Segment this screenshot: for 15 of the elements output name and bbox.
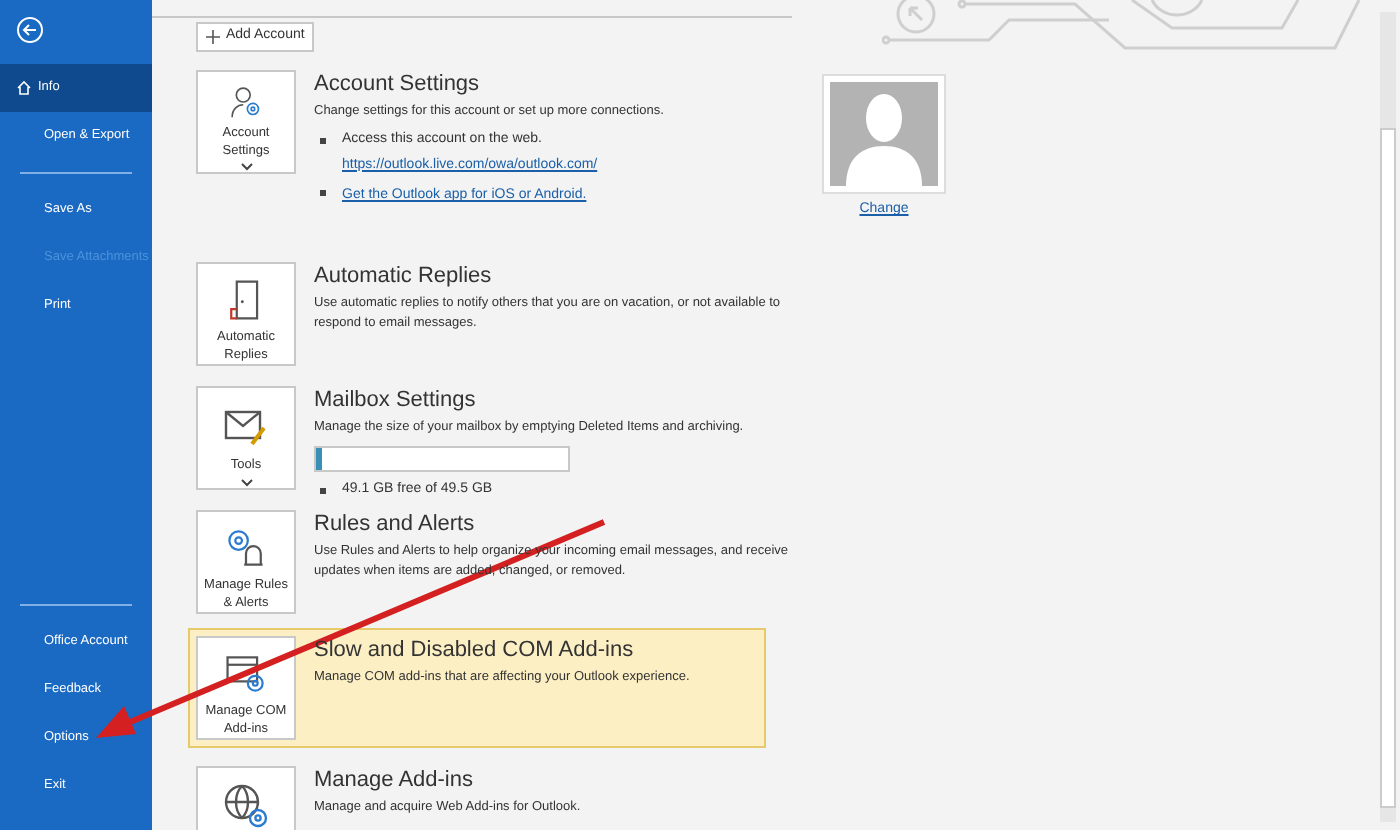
section-title: Mailbox Settings (314, 386, 478, 414)
section-title: Automatic Replies (314, 262, 494, 290)
plus-icon (206, 30, 220, 44)
bullet-icon (320, 190, 326, 196)
home-icon (16, 80, 32, 96)
bullet-icon (320, 488, 326, 494)
globe-gear-icon (220, 780, 272, 830)
caret-icon (239, 162, 253, 172)
bullet-icon (320, 138, 326, 144)
section-title: Rules and Alerts (314, 510, 477, 538)
caret-icon (239, 478, 253, 488)
section-title: Account Settings (314, 70, 482, 98)
section-title: Slow and Disabled COM Add-ins (314, 636, 636, 664)
back-button[interactable] (16, 16, 44, 44)
section-title: Manage Add-ins (314, 766, 475, 794)
